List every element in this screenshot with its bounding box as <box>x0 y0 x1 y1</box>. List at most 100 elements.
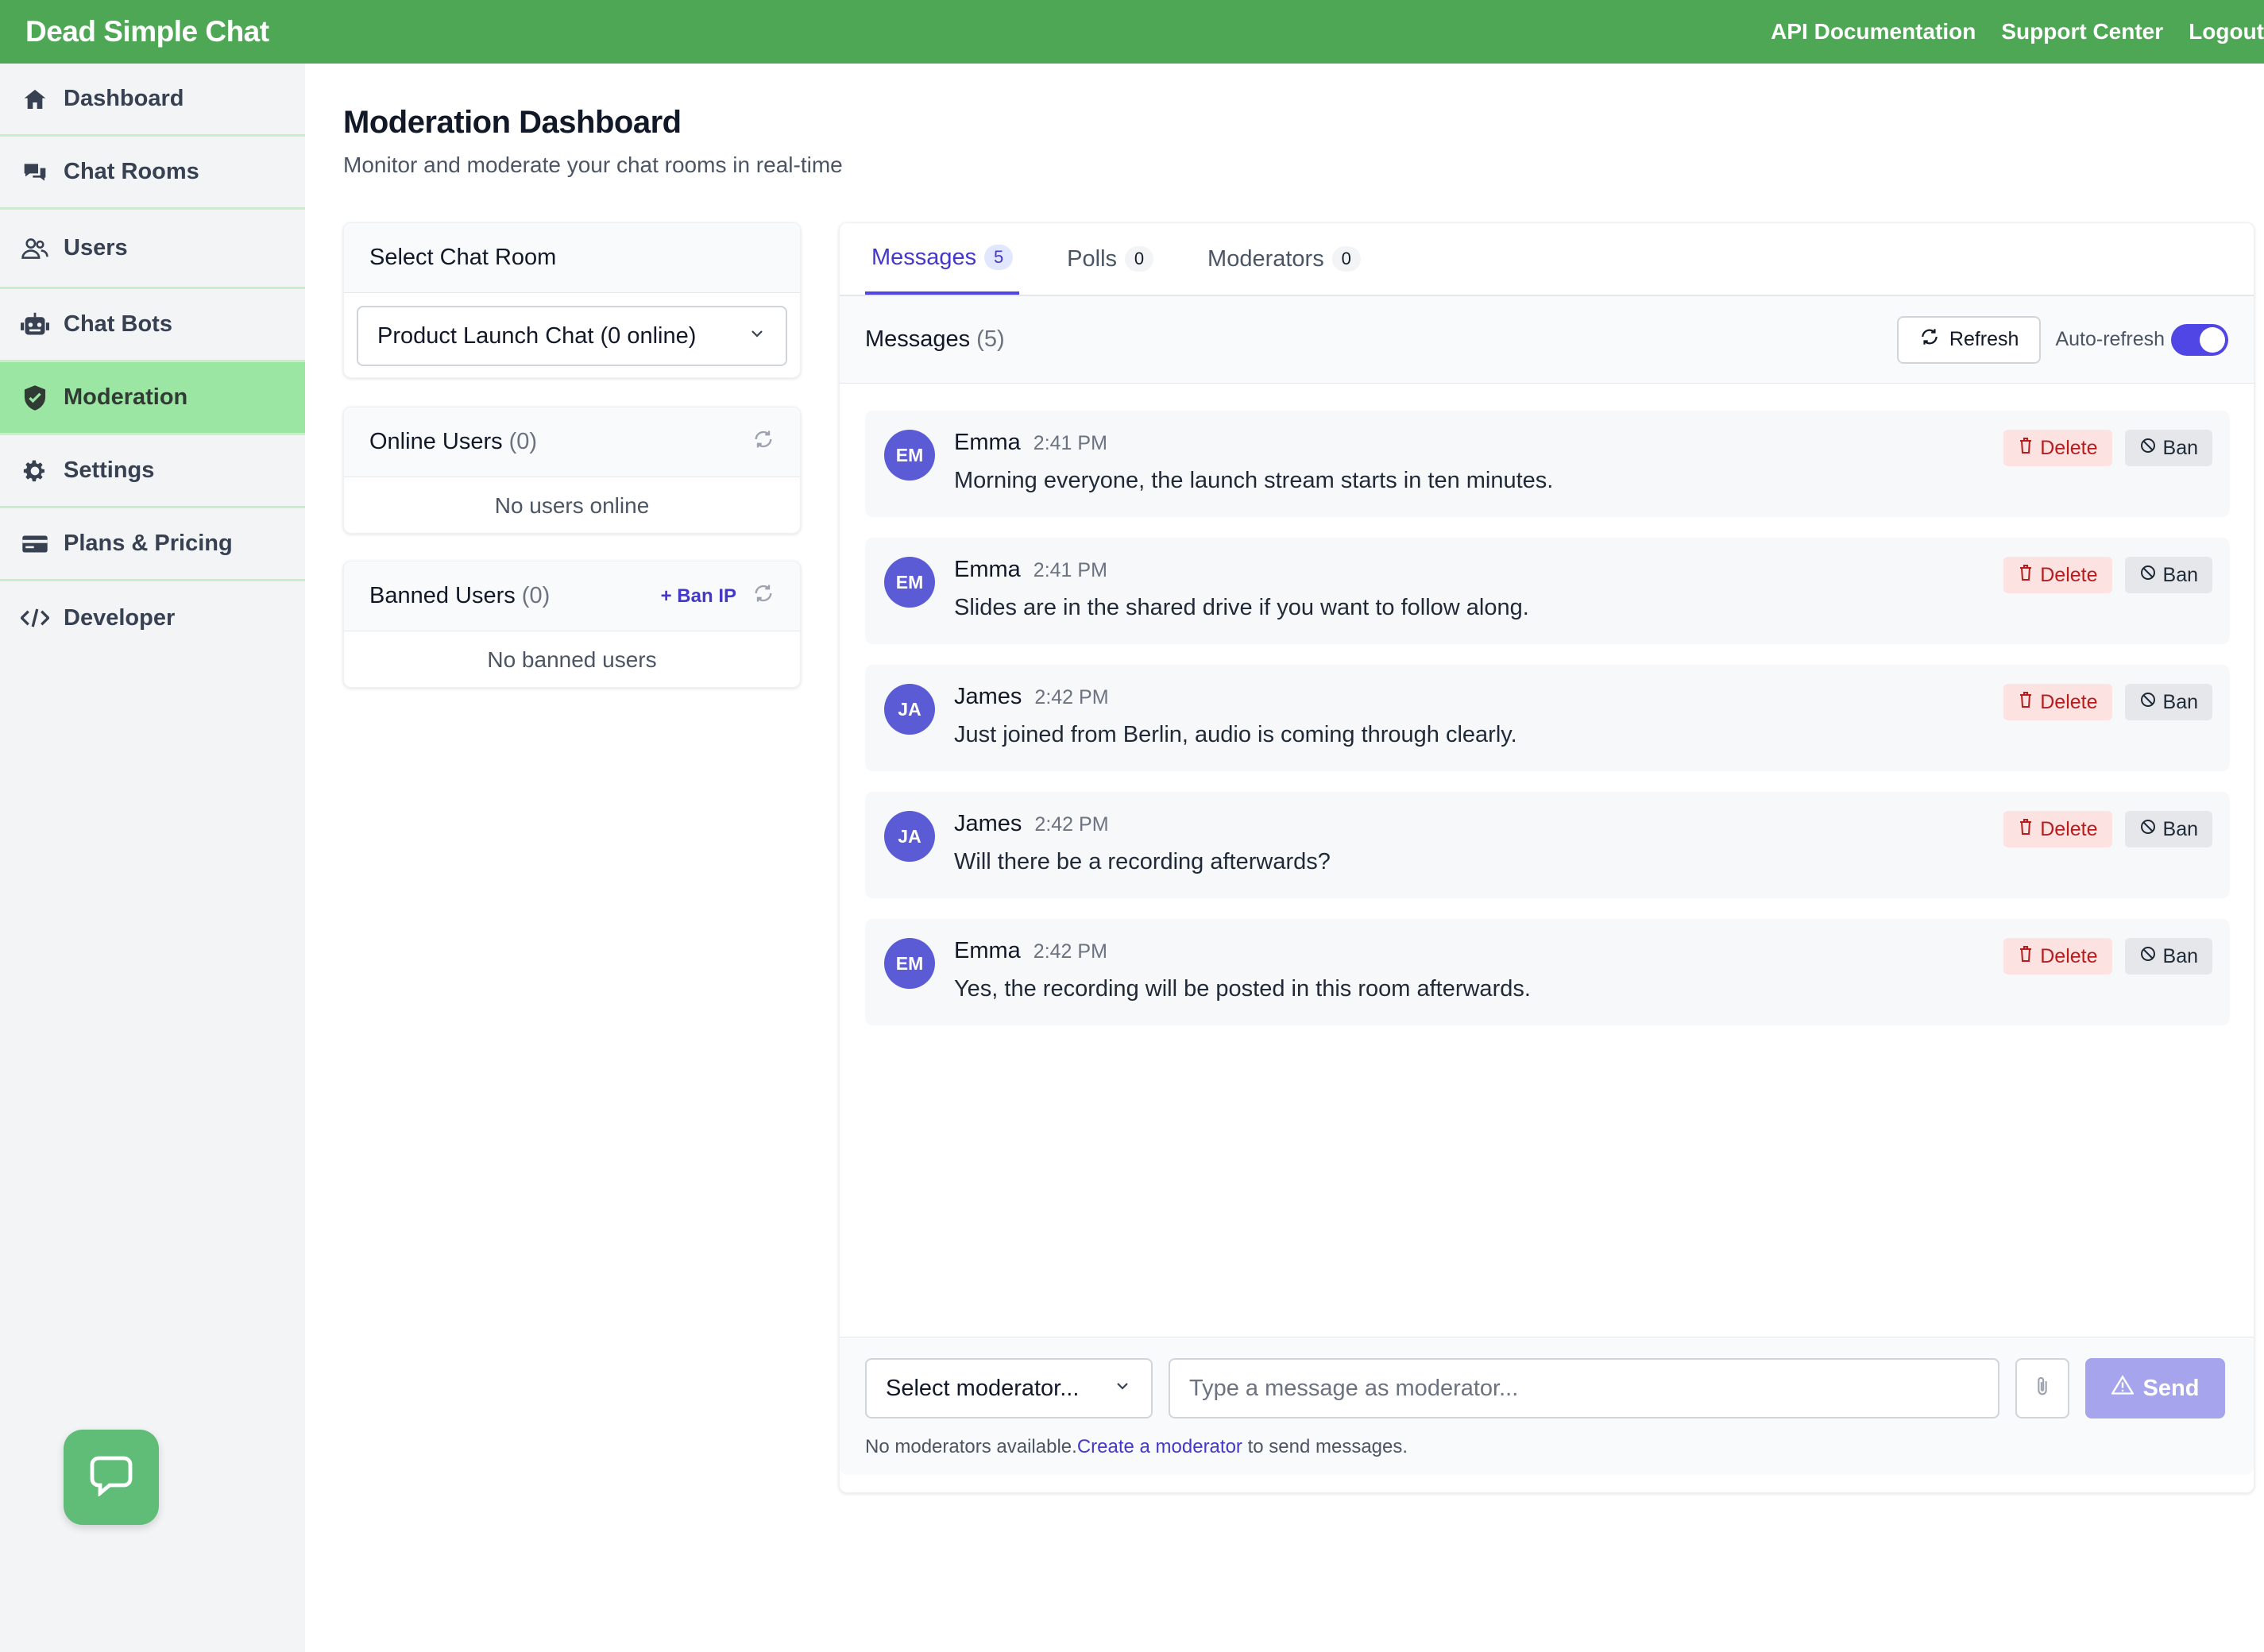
messages-count: (5) <box>976 326 1005 352</box>
sidebar-item-settings[interactable]: Settings <box>0 435 305 508</box>
selected-room-value: Product Launch Chat (0 online) <box>377 322 697 349</box>
messages-header: Messages (5) Refresh Auto-refresh <box>840 296 2254 384</box>
sidebar-item-label: Users <box>64 235 128 261</box>
sidebar-item-label: Plans & Pricing <box>64 531 233 556</box>
message-text: Yes, the recording will be posted in thi… <box>954 976 1531 1002</box>
trash-icon <box>2018 691 2034 714</box>
no-moderators-note: No moderators available.Create a moderat… <box>865 1436 1408 1458</box>
auto-refresh-label: Auto-refresh <box>2055 328 2165 350</box>
message-time: 2:42 PM <box>1034 813 1109 836</box>
message-time: 2:41 PM <box>1033 432 1107 454</box>
sidebar-item-plans-pricing[interactable]: Plans & Pricing <box>0 508 305 581</box>
attach-button[interactable] <box>2015 1358 2069 1418</box>
avatar: EM <box>884 938 935 989</box>
refresh-icon[interactable] <box>752 582 775 611</box>
tab-messages[interactable]: Messages 5 <box>865 223 1020 295</box>
sidebar-item-label: Dashboard <box>64 86 184 111</box>
sidebar-item-label: Developer <box>64 604 176 631</box>
message-text: Morning everyone, the launch stream star… <box>954 468 1554 493</box>
note-suffix: to send messages. <box>1242 1436 1408 1457</box>
ban-button[interactable]: Ban <box>2124 684 2212 720</box>
ban-button[interactable]: Ban <box>2124 430 2212 466</box>
delete-label: Delete <box>2040 944 2098 967</box>
banned-users-heading: Banned Users (0) + Ban IP <box>344 562 800 631</box>
ban-label: Ban <box>2162 944 2198 967</box>
help-chat-button[interactable] <box>64 1430 159 1525</box>
chat-bubble-icon <box>89 1455 133 1500</box>
refresh-icon[interactable] <box>752 428 775 457</box>
ban-icon <box>2139 945 2157 968</box>
warning-icon <box>2110 1375 2135 1402</box>
sidebar-item-chat-rooms[interactable]: Chat Rooms <box>0 137 305 210</box>
message-author: Emma 2:41 PM <box>954 430 1107 456</box>
trash-icon <box>2018 437 2034 460</box>
api-documentation-link[interactable]: API Documentation <box>1771 19 1976 44</box>
delete-button[interactable]: Delete <box>2003 938 2112 975</box>
tab-label: Polls <box>1067 245 1118 272</box>
author-name: Emma <box>954 938 1021 963</box>
tab-badge: 0 <box>1125 246 1154 272</box>
message-text: Slides are in the shared drive if you wa… <box>954 595 1529 620</box>
ban-button[interactable]: Ban <box>2124 811 2212 847</box>
ban-button[interactable]: Ban <box>2124 557 2212 593</box>
ban-label: Ban <box>2162 817 2198 840</box>
moderator-select[interactable]: Select moderator... <box>865 1358 1153 1418</box>
ban-label: Ban <box>2162 563 2198 586</box>
room-select-card: Select Chat Room Product Launch Chat (0 … <box>343 222 801 378</box>
moderator-select-value: Select moderator... <box>886 1375 1080 1401</box>
sidebar: Dashboard Chat Rooms Users Chat Bots Mod… <box>0 64 305 1652</box>
toggle-knob <box>2200 326 2225 353</box>
author-name: Emma <box>954 430 1021 455</box>
message-text: Will there be a recording afterwards? <box>954 849 1331 874</box>
sidebar-item-moderation[interactable]: Moderation <box>0 362 305 435</box>
delete-label: Delete <box>2040 690 2098 713</box>
message-time: 2:41 PM <box>1033 559 1107 581</box>
delete-button[interactable]: Delete <box>2003 811 2112 847</box>
create-moderator-link[interactable]: Create a moderator <box>1077 1436 1242 1457</box>
top-bar: Dead Simple Chat API Documentation Suppo… <box>0 0 2264 64</box>
chat-room-select[interactable]: Product Launch Chat (0 online) <box>357 306 787 366</box>
sidebar-item-developer[interactable]: Developer <box>0 581 305 654</box>
delete-button[interactable]: Delete <box>2003 557 2112 593</box>
tab-badge: 5 <box>984 245 1014 270</box>
brand-logo[interactable]: Dead Simple Chat <box>25 15 269 48</box>
support-center-link[interactable]: Support Center <box>2001 19 2163 44</box>
tab-moderators[interactable]: Moderators 0 <box>1201 223 1367 295</box>
author-name: James <box>954 684 1022 709</box>
banned-users-count: (0) <box>521 583 551 608</box>
refresh-label: Refresh <box>1949 328 2019 350</box>
delete-button[interactable]: Delete <box>2003 684 2112 720</box>
refresh-button[interactable]: Refresh <box>1896 315 2042 364</box>
ban-icon <box>2139 818 2157 841</box>
sidebar-item-chat-bots[interactable]: Chat Bots <box>0 289 305 362</box>
paperclip-icon <box>2031 1376 2053 1402</box>
auto-refresh-toggle[interactable] <box>2171 323 2228 356</box>
send-button[interactable]: Send <box>2085 1358 2225 1418</box>
page-subtitle: Monitor and moderate your chat rooms in … <box>343 152 843 177</box>
message-input[interactable] <box>1169 1358 1999 1418</box>
sidebar-item-users[interactable]: Users <box>0 210 305 289</box>
sidebar-item-label: Settings <box>64 457 155 483</box>
tab-label: Messages <box>871 244 977 270</box>
message-author: Emma 2:42 PM <box>954 938 1107 964</box>
credit-card-icon <box>21 530 49 558</box>
message-composer: Select moderator... Send No moderators a… <box>840 1337 2254 1475</box>
page-title: Moderation Dashboard <box>343 105 682 140</box>
ban-button[interactable]: Ban <box>2124 938 2212 975</box>
message-author: James 2:42 PM <box>954 684 1109 710</box>
ban-ip-button[interactable]: + Ban IP <box>661 585 736 608</box>
avatar: EM <box>884 430 935 481</box>
ban-icon <box>2139 437 2157 460</box>
tab-polls[interactable]: Polls 0 <box>1061 223 1160 295</box>
author-name: Emma <box>954 557 1021 582</box>
ban-label: Ban <box>2162 436 2198 459</box>
delete-label: Delete <box>2040 436 2098 459</box>
online-users-card: Online Users (0) No users online <box>343 407 801 534</box>
trash-icon <box>2018 564 2034 587</box>
sidebar-item-dashboard[interactable]: Dashboard <box>0 64 305 137</box>
shield-icon <box>21 384 49 412</box>
delete-button[interactable]: Delete <box>2003 430 2112 466</box>
top-links: API Documentation Support Center Logout <box>1745 0 2264 64</box>
message-item: EM Emma 2:41 PM Slides are in the shared … <box>865 538 2230 644</box>
logout-link[interactable]: Logout <box>2189 19 2264 44</box>
